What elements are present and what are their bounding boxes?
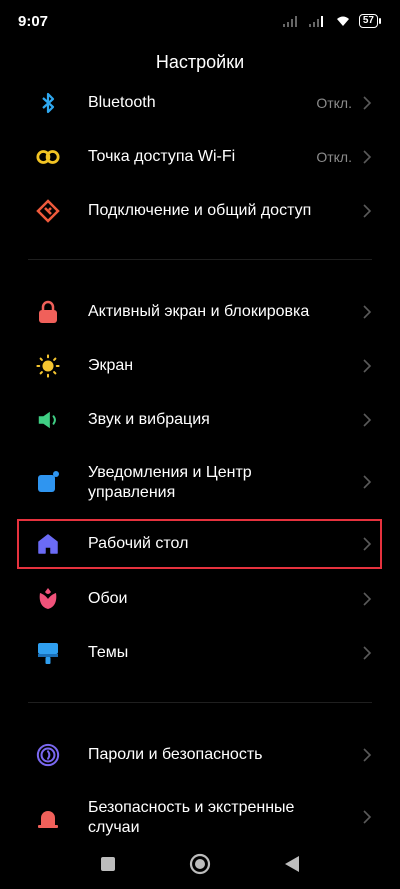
settings-item-label: Обои [88,590,128,607]
chevron-right-icon [363,413,372,427]
wifi-icon [336,16,349,26]
notification-icon [36,470,60,494]
chevron-right-icon [363,305,372,319]
settings-item-themes[interactable]: Темы [0,632,400,674]
triangle-back-icon [285,856,299,872]
chevron-right-icon [363,592,372,606]
settings-item-label: Экран [88,357,134,374]
chevron-right-icon [363,748,372,762]
status-time: 9:07 [18,13,49,30]
chevron-right-icon [363,359,372,373]
recents-button[interactable] [96,852,120,876]
chevron-right-icon [363,810,372,824]
section-divider [28,259,372,260]
siren-icon [36,805,60,829]
settings-item-notifications[interactable]: Уведомления и Центр управления [0,459,400,505]
settings-item-label: Безопасность и экстренные случаи [88,798,294,838]
chevron-right-icon [363,475,372,489]
chevron-right-icon [363,150,372,164]
settings-item-label-line2: случаи [88,819,140,836]
chevron-right-icon [363,646,372,660]
settings-item-passwords[interactable]: Пароли и безопасность [0,734,400,776]
settings-item-label: Звук и вибрация [88,411,210,428]
settings-item-label: Темы [88,644,129,661]
settings-item-label-line1: Безопасность и экстренные [88,799,295,816]
connection-icon [36,199,60,223]
circle-icon [189,853,211,875]
back-button[interactable] [280,852,304,876]
status-bar: 9:07 57 [0,0,400,44]
flower-icon [36,587,60,611]
chevron-right-icon [363,204,372,218]
brush-icon [36,641,60,665]
settings-item-value: Откл. [316,149,352,165]
settings-item-label: Пароли и безопасность [88,746,263,763]
fingerprint-icon [36,743,60,767]
navigation-bar [0,839,400,889]
hotspot-icon [36,145,60,169]
battery-indicator: 57 [358,14,382,28]
status-icons: 57 [282,14,382,28]
signal-icon-2 [308,16,323,27]
settings-item-wallpaper[interactable]: Обои [0,578,400,620]
settings-item-value: Откл. [316,95,352,111]
lock-icon [36,300,60,324]
home-button[interactable] [188,852,212,876]
settings-item-label-line2: управления [88,484,176,501]
settings-item-hotspot[interactable]: Точка доступа Wi-Fi Откл. [0,136,400,178]
settings-item-label: Активный экран и блокировка [88,303,310,320]
sun-icon [36,354,60,378]
square-icon [101,857,115,871]
chevron-right-icon [363,96,372,110]
settings-item-label-line1: Уведомления и Центр [88,464,252,481]
page-title: Настройки [155,52,245,72]
settings-item-connection[interactable]: Подключение и общий доступ [0,190,400,232]
speaker-icon [36,408,60,432]
settings-item-label: Уведомления и Центр управления [88,463,252,503]
settings-item-label: Точка доступа Wi-Fi [88,148,236,165]
highlight-frame [17,519,382,569]
settings-item-sound[interactable]: Звук и вибрация [0,399,400,441]
signal-icon [282,16,297,27]
settings-item-lockscreen[interactable]: Активный экран и блокировка [0,291,400,333]
settings-item-safety[interactable]: Безопасность и экстренные случаи [0,794,400,840]
section-divider [28,702,372,703]
settings-item-display[interactable]: Экран [0,345,400,387]
settings-item-bluetooth[interactable]: Bluetooth Откл. [0,82,400,124]
bluetooth-icon [36,91,60,115]
settings-item-label: Подключение и общий доступ [88,202,312,219]
settings-item-label: Bluetooth [88,94,156,111]
